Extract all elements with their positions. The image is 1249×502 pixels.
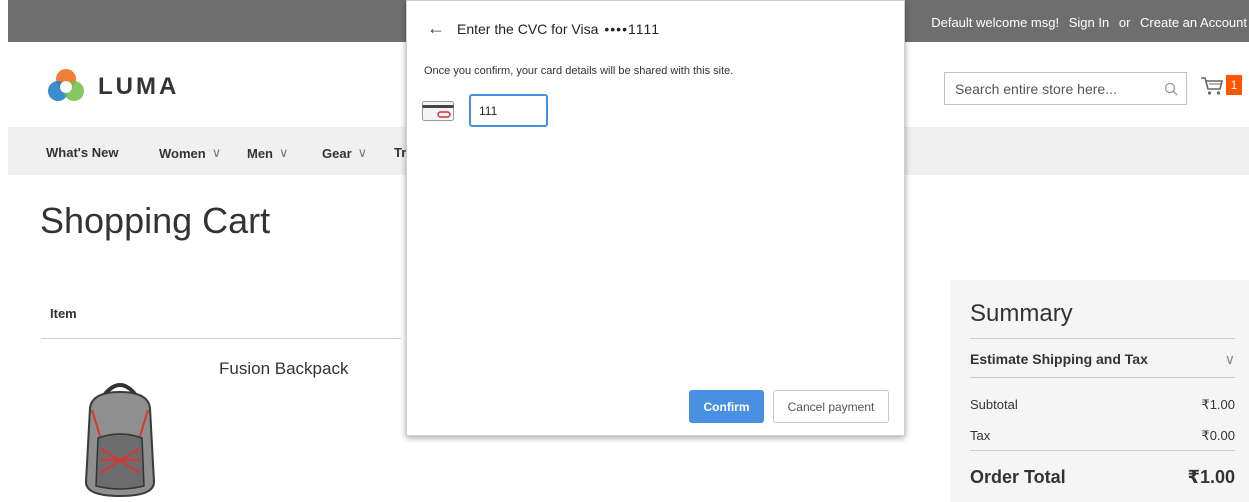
cancel-payment-button[interactable]: Cancel payment [773, 390, 889, 423]
nav-label: Gear [322, 145, 352, 161]
subtotal-value: ₹1.00 [1201, 397, 1235, 412]
order-total-row: Order Total ₹1.00 [970, 467, 1235, 488]
search-icon[interactable] [1156, 82, 1186, 96]
tax-label: Tax [970, 428, 991, 443]
estimate-label: Estimate Shipping and Tax [970, 351, 1148, 367]
item-column-header: Item [50, 306, 77, 321]
luma-logo-icon [48, 69, 84, 101]
nav-label: What's New [46, 145, 119, 160]
store-logo[interactable]: LUMA [46, 62, 179, 112]
divider [970, 377, 1235, 378]
nav-item-training[interactable]: Tr [394, 145, 406, 160]
chevron-down-icon: ∨ [357, 145, 368, 160]
or-text: or [1118, 15, 1131, 30]
dialog-title: Enter the CVC for Visa [457, 20, 599, 37]
cart-icon[interactable] [1200, 76, 1224, 101]
back-arrow-icon[interactable]: ← [427, 18, 445, 39]
subtotal-row: Subtotal ₹1.00 [970, 397, 1235, 413]
backpack-image [84, 383, 156, 498]
order-total-label: Order Total [970, 467, 1066, 487]
product-name-link[interactable]: Fusion Backpack [219, 359, 348, 379]
subtotal-label: Subtotal [970, 397, 1018, 412]
divider [41, 338, 401, 339]
product-image[interactable] [70, 378, 170, 502]
nav-item-whats-new[interactable]: What's New [46, 145, 118, 160]
welcome-message: Default welcome msg! [931, 15, 1060, 30]
chevron-down-icon: ∨ [211, 145, 222, 160]
nav-label: Women [159, 145, 206, 161]
divider [970, 450, 1235, 451]
tax-row: Tax ₹0.00 [970, 428, 1235, 444]
cart-count-badge[interactable]: 1 [1226, 75, 1242, 95]
nav-item-gear[interactable]: Gear ∨ [322, 145, 367, 161]
nav-item-men[interactable]: Men ∨ [247, 145, 289, 161]
chevron-down-icon: ∨ [1224, 351, 1235, 367]
order-summary: Summary Estimate Shipping and Tax ∨ Subt… [950, 280, 1249, 502]
cvc-dialog: ← Enter the CVC for Visa ••••1111 Once y… [406, 0, 905, 436]
sign-in-link[interactable]: Sign In [1069, 15, 1109, 30]
nav-label: Men [247, 145, 273, 161]
dialog-header: ← Enter the CVC for Visa ••••1111 [427, 18, 660, 39]
divider [970, 338, 1235, 339]
nav-item-women[interactable]: Women ∨ [159, 145, 221, 161]
search-input[interactable]: Search entire store here... [944, 72, 1187, 105]
tax-value: ₹0.00 [1201, 428, 1235, 443]
nav-label: Tr [394, 145, 407, 160]
credit-card-cvc-icon [422, 101, 454, 126]
card-mask: ••••1111 [604, 20, 661, 37]
chevron-down-icon: ∨ [279, 145, 289, 160]
create-account-link[interactable]: Create an Account [1140, 15, 1247, 30]
confirm-button[interactable]: Confirm [689, 390, 764, 423]
page-title: Shopping Cart [40, 200, 271, 241]
search-placeholder: Search entire store here... [955, 80, 1117, 97]
logo-text: LUMA [98, 73, 180, 100]
summary-title: Summary [970, 300, 1073, 327]
order-total-value: ₹1.00 [1187, 467, 1235, 487]
estimate-shipping-toggle[interactable]: Estimate Shipping and Tax ∨ [970, 351, 1235, 368]
header-links: Default welcome msg! Sign In or Create a… [925, 15, 1247, 30]
cvc-input[interactable] [469, 94, 548, 127]
dialog-description: Once you confirm, your card details will… [424, 65, 734, 77]
